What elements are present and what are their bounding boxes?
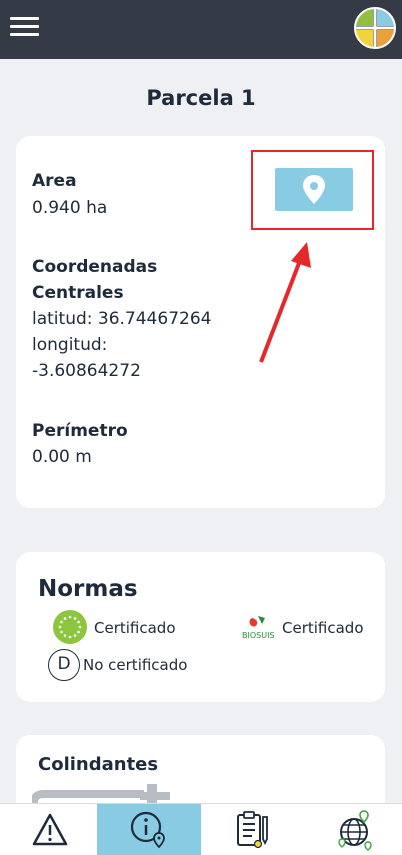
nav-alerts[interactable] bbox=[0, 804, 100, 855]
warning-triangle-icon bbox=[32, 813, 68, 846]
hamburger-menu-icon[interactable] bbox=[10, 15, 39, 37]
area-label: Area bbox=[32, 171, 77, 191]
perimeter-value: 0.00 m bbox=[32, 447, 92, 467]
nav-info[interactable] bbox=[97, 804, 201, 855]
annotation-arrow bbox=[259, 242, 311, 363]
svg-text:BIOSUISSE: BIOSUISSE bbox=[242, 631, 275, 640]
biosuisse-status: Certificado bbox=[282, 619, 364, 637]
longitude-label: longitud: bbox=[32, 335, 108, 355]
page-title: Parcela 1 bbox=[146, 86, 256, 110]
eu-organic-status: Certificado bbox=[94, 619, 176, 637]
coords-label-line2: Centrales bbox=[32, 283, 124, 303]
latitude-value: latitud: 36.74467264 bbox=[32, 309, 212, 329]
bottom-navigation bbox=[0, 803, 402, 855]
longitude-value: -3.60864272 bbox=[32, 361, 141, 381]
nav-checklist[interactable] bbox=[203, 804, 303, 855]
biosuisse-logo-icon: BIOSUISSE bbox=[242, 616, 275, 640]
demeter-status: No certificado bbox=[83, 656, 188, 674]
highlight-box bbox=[251, 150, 374, 230]
area-value: 0.940 ha bbox=[32, 198, 108, 218]
demeter-d-icon: D bbox=[48, 649, 80, 681]
eu-organic-leaf-icon bbox=[53, 610, 87, 644]
globe-location-icon bbox=[338, 810, 372, 851]
clipboard-checklist-icon bbox=[237, 811, 268, 849]
nav-map[interactable] bbox=[305, 804, 402, 855]
top-bar bbox=[0, 0, 402, 59]
app-logo-globe-icon[interactable] bbox=[352, 5, 398, 51]
perimeter-label: Perímetro bbox=[32, 421, 128, 441]
info-location-icon bbox=[130, 811, 165, 849]
colindantes-title: Colindantes bbox=[38, 754, 159, 775]
coords-label-line1: Coordenadas bbox=[32, 257, 158, 277]
normas-title: Normas bbox=[38, 576, 138, 602]
